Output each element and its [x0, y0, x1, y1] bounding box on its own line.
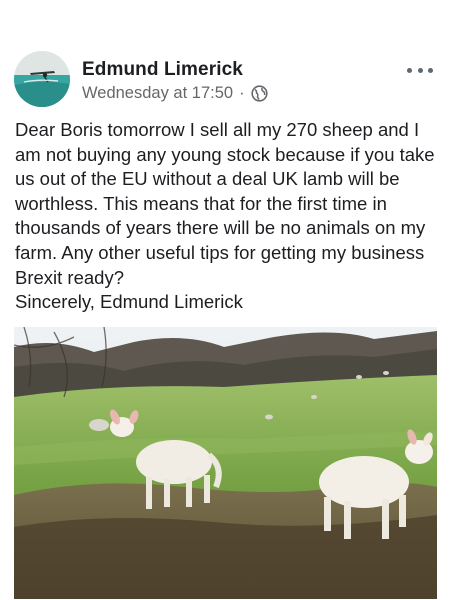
more-dot [417, 67, 423, 73]
facebook-post: Edmund Limerick Wednesday at 17:50 · Dea… [0, 0, 449, 600]
globe-icon[interactable] [250, 85, 268, 102]
post-header: Edmund Limerick Wednesday at 17:50 · [14, 51, 439, 109]
post-timestamp[interactable]: Wednesday at 17:50 [82, 84, 233, 103]
post-text: Dear Boris tomorrow I sell all my 270 sh… [15, 119, 435, 313]
more-dot [428, 67, 433, 73]
post-meta: Wednesday at 17:50 · [82, 84, 268, 103]
more-dot [407, 67, 412, 73]
author-name[interactable]: Edmund Limerick [82, 59, 243, 81]
meta-separator: · [239, 84, 245, 102]
post-photo[interactable] [14, 327, 437, 599]
author-avatar[interactable] [14, 51, 70, 107]
more-options-icon[interactable] [407, 65, 433, 75]
